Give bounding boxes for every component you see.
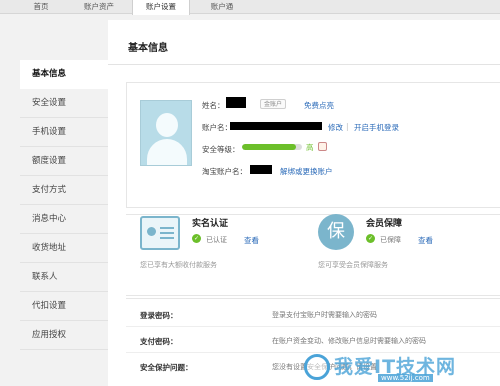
protect-title: 会员保障 xyxy=(366,219,403,229)
account-redacted xyxy=(230,122,322,130)
realname-status: 已认证 xyxy=(206,236,227,244)
row-divider xyxy=(126,326,500,327)
security-question-key: 安全保护问题： xyxy=(140,363,193,372)
sidebar-item-basic-info[interactable]: 基本信息 xyxy=(20,60,110,89)
page-title: 基本信息 xyxy=(128,43,168,54)
sidebar-item-address[interactable]: 收货地址 xyxy=(20,234,108,263)
security-level-bar xyxy=(242,144,302,150)
taobao-account-redacted xyxy=(250,165,272,174)
name-redacted xyxy=(226,97,246,108)
name-label: 姓名： xyxy=(202,101,225,110)
tab-account-pass[interactable]: 账户通 xyxy=(204,0,240,14)
avatar-body-icon xyxy=(147,139,187,165)
watermark-url: www.52ij.com xyxy=(378,374,433,382)
sidebar-item-withhold[interactable]: 代扣设置 xyxy=(20,292,108,321)
tab-account-settings[interactable]: 账户设置 xyxy=(132,0,190,15)
protect-note: 您可享受会员保障服务 xyxy=(318,261,388,269)
security-level-text: 高 xyxy=(306,143,314,152)
watermark-logo-icon xyxy=(304,354,330,380)
avatar-head-icon xyxy=(156,113,178,137)
service-box xyxy=(126,214,500,296)
top-navigation: 首页 账户资产 账户设置 账户通 xyxy=(0,0,500,15)
login-password-key: 登录密码： xyxy=(140,311,178,320)
realname-check-icon: ✓ xyxy=(192,234,201,243)
link-separator: | xyxy=(346,122,349,131)
security-detail-icon[interactable] xyxy=(318,142,327,151)
id-card-icon xyxy=(140,216,180,250)
id-card-face-icon xyxy=(147,227,156,236)
sidebar-item-app-auth[interactable]: 应用授权 xyxy=(20,321,108,350)
watermark: 我爱IT技术网 www.52ij.com xyxy=(304,352,494,382)
realname-title: 实名认证 xyxy=(192,219,229,229)
login-password-value: 登录支付宝账户时需要输入的密码 xyxy=(272,311,377,319)
sidebar-item-mobile[interactable]: 手机设置 xyxy=(20,118,108,147)
sidebar-item-contacts[interactable]: 联系人 xyxy=(20,263,108,292)
title-divider xyxy=(108,64,500,65)
edit-account-link[interactable]: 修改 xyxy=(328,122,343,133)
tab-home[interactable]: 首页 xyxy=(26,0,56,14)
enable-mobile-login-link[interactable]: 开启手机登录 xyxy=(354,122,399,133)
main-panel: 基本信息 姓名： 金账户 免费点亮 账户名： 修改 | 开启手机登录 安全等级：… xyxy=(108,20,500,386)
sidebar-item-payment[interactable]: 支付方式 xyxy=(20,176,108,205)
tab-account-assets[interactable]: 账户资产 xyxy=(78,0,120,14)
security-label: 安全等级： xyxy=(202,145,240,154)
account-label: 账户名： xyxy=(202,123,232,132)
protect-check-icon: ✓ xyxy=(366,234,375,243)
avatar xyxy=(140,100,192,166)
protect-status: 已保障 xyxy=(380,236,401,244)
unbind-account-link[interactable]: 解绑或更换账户 xyxy=(280,166,333,177)
free-light-link[interactable]: 免费点亮 xyxy=(304,100,334,111)
pay-password-value: 在账户资金变动、修改账户信息时需要输入的密码 xyxy=(272,337,426,345)
protect-shield-icon: 保 xyxy=(318,214,354,250)
sidebar-item-security[interactable]: 安全设置 xyxy=(20,89,108,118)
protect-view-link[interactable]: 查看 xyxy=(418,235,433,246)
gold-account-badge: 金账户 xyxy=(260,99,287,109)
sidebar-item-limit[interactable]: 额度设置 xyxy=(20,147,108,176)
sidebar-item-messages[interactable]: 消息中心 xyxy=(20,205,108,234)
security-level-fill xyxy=(242,144,296,150)
realname-view-link[interactable]: 查看 xyxy=(244,235,259,246)
taobao-account-label: 淘宝账户名： xyxy=(202,167,247,176)
id-card-lines-icon xyxy=(160,227,174,229)
sidebar: 基本信息 安全设置 手机设置 额度设置 支付方式 消息中心 收货地址 联系人 代… xyxy=(20,20,110,386)
pay-password-key: 支付密码： xyxy=(140,337,178,346)
realname-note: 您已享有大额收付款服务 xyxy=(140,261,217,269)
